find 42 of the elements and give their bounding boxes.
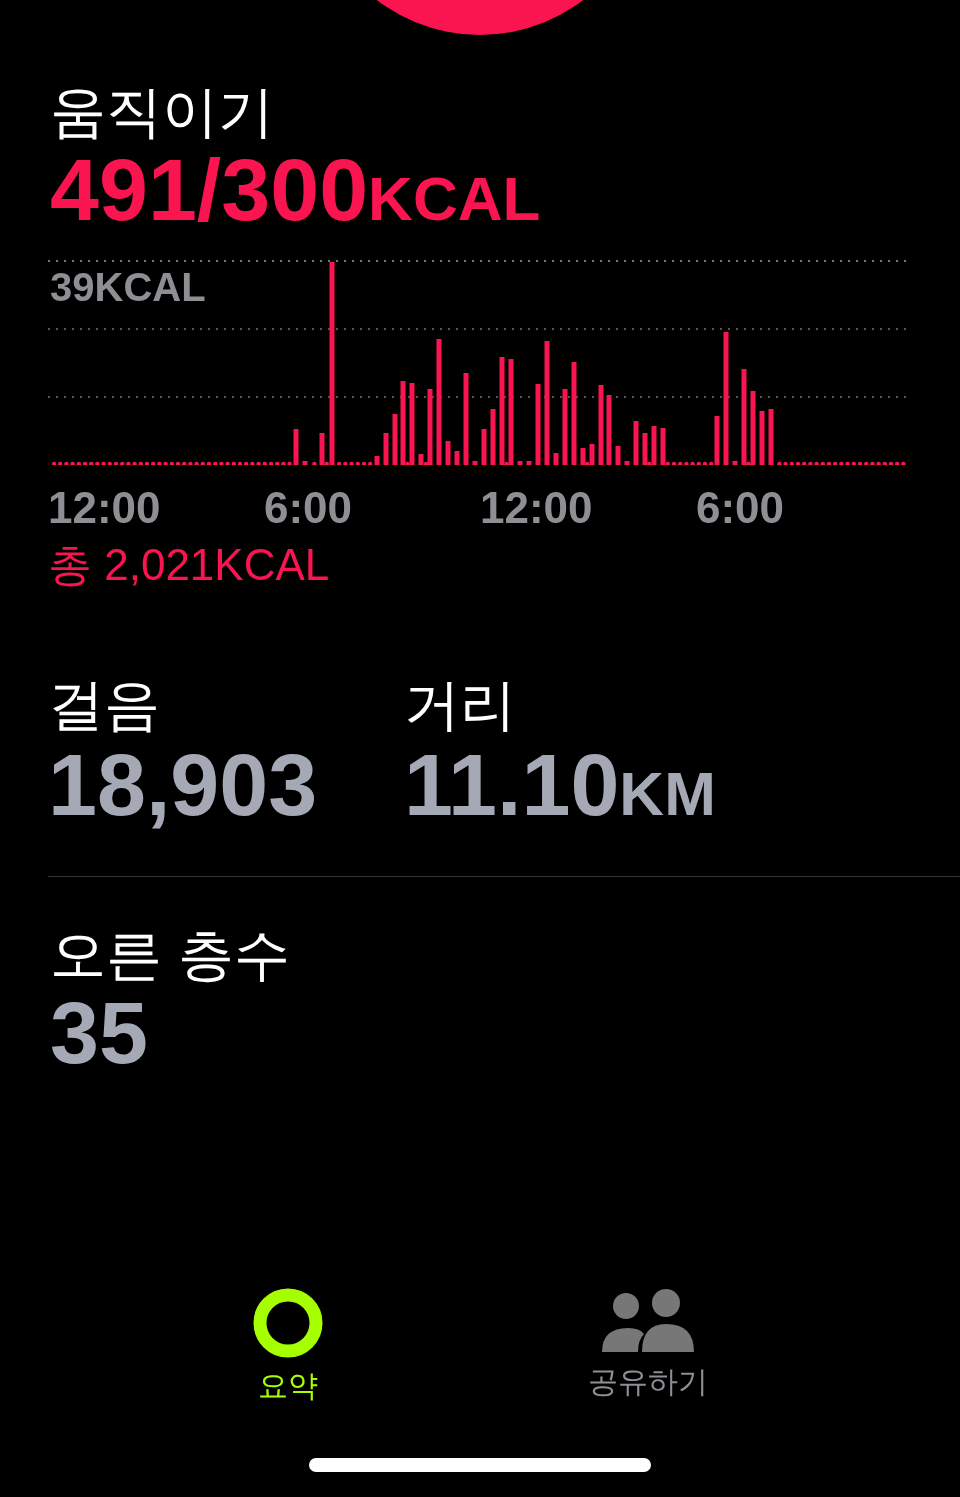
floors-value: 35 xyxy=(50,987,149,1079)
tab[interactable]: 공유하기 xyxy=(587,1288,708,1407)
chart-max-label: 39KCAL xyxy=(50,265,206,310)
time-axis-label: 6:00 xyxy=(696,483,786,533)
bar xyxy=(589,444,595,465)
bar xyxy=(481,429,487,465)
bar xyxy=(606,395,612,465)
bar xyxy=(383,433,389,465)
stat-value: 11.10KM xyxy=(404,739,717,836)
bar xyxy=(319,433,325,465)
bar xyxy=(768,409,774,465)
bar xyxy=(392,414,398,465)
bar xyxy=(759,411,765,465)
ring-icon xyxy=(252,1288,323,1358)
move-title: 움직이기 xyxy=(50,80,275,144)
bar xyxy=(615,446,621,465)
bar xyxy=(732,461,738,465)
total-calories: 총 2,021KCAL xyxy=(47,539,331,591)
time-axis-label: 12:00 xyxy=(480,483,594,533)
bar xyxy=(633,421,639,465)
bar xyxy=(553,453,559,465)
stat-title: 거리 xyxy=(404,673,517,737)
stat-value: 18,903 xyxy=(48,739,319,831)
bar xyxy=(490,409,496,465)
bar xyxy=(660,428,666,465)
time-axis-label: 12:00 xyxy=(48,483,162,533)
tab[interactable]: 요약 xyxy=(252,1288,323,1407)
people-icon xyxy=(599,1288,696,1354)
floors-title: 오른 층수 xyxy=(50,923,291,987)
bar xyxy=(642,433,648,465)
bar xyxy=(454,451,460,465)
bar xyxy=(472,461,478,465)
bar xyxy=(651,426,657,465)
bar xyxy=(624,461,630,465)
move-value: 491/300KCAL xyxy=(50,144,542,241)
time-axis-label: 6:00 xyxy=(264,483,354,533)
bar xyxy=(580,448,586,465)
bar xyxy=(302,461,308,465)
bar xyxy=(517,461,523,465)
bar xyxy=(445,441,451,465)
bar xyxy=(526,461,532,465)
stat-title: 걸음 xyxy=(48,673,161,737)
